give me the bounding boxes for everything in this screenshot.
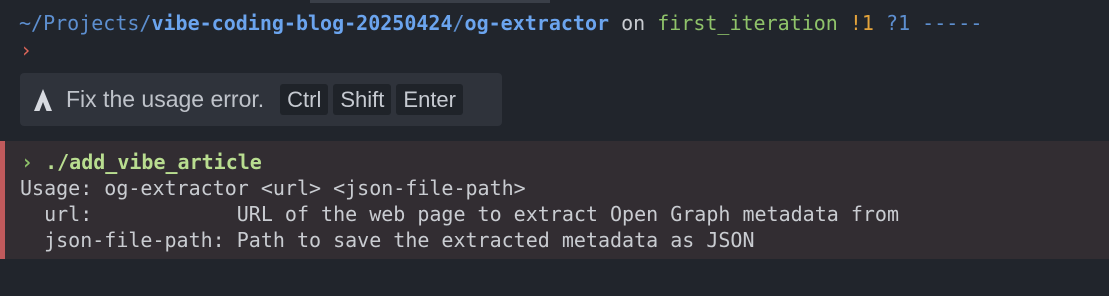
- warp-ai-icon: [32, 87, 54, 113]
- prompt-on-word: on: [621, 11, 646, 35]
- command-chevron: ›: [21, 150, 34, 174]
- shift-key: Shift: [333, 84, 392, 115]
- prompt-branch: first_iteration: [657, 11, 838, 35]
- prompt-path-prefix: ~/Projects/: [19, 11, 152, 35]
- tab-indicator: [310, 0, 550, 3]
- ai-suggestion-bar[interactable]: Fix the usage error. Ctrl Shift Enter: [20, 73, 502, 126]
- prompt-untracked-count: ?1: [886, 11, 911, 35]
- prompt-repo: vibe-coding-blog-20250424: [151, 11, 453, 35]
- command-text: ./add_vibe_article: [45, 150, 262, 174]
- prompt-modified-count: !1: [849, 11, 874, 35]
- output-line-json-path: json-file-path: Path to save the extract…: [20, 228, 755, 252]
- shell-prompt: ~/Projects/vibe-coding-blog-20250424/og-…: [19, 10, 982, 36]
- output-line-usage: Usage: og-extractor <url> <json-file-pat…: [20, 176, 526, 200]
- prompt-dir: og-extractor: [464, 11, 610, 35]
- command-block-error[interactable]: › ./add_vibe_article Usage: og-extractor…: [0, 141, 1109, 259]
- prompt-separator: /: [452, 11, 465, 35]
- output-line-url: url: URL of the web page to extract Open…: [20, 202, 899, 226]
- command-line: › ./add_vibe_article: [21, 149, 262, 175]
- enter-key: Enter: [396, 84, 463, 115]
- prompt-caret: ›: [20, 38, 33, 62]
- ctrl-key: Ctrl: [280, 84, 329, 115]
- ai-suggestion-text: Fix the usage error.: [66, 86, 265, 112]
- prompt-trail: -----: [922, 11, 983, 35]
- error-indicator-bar: [0, 141, 5, 259]
